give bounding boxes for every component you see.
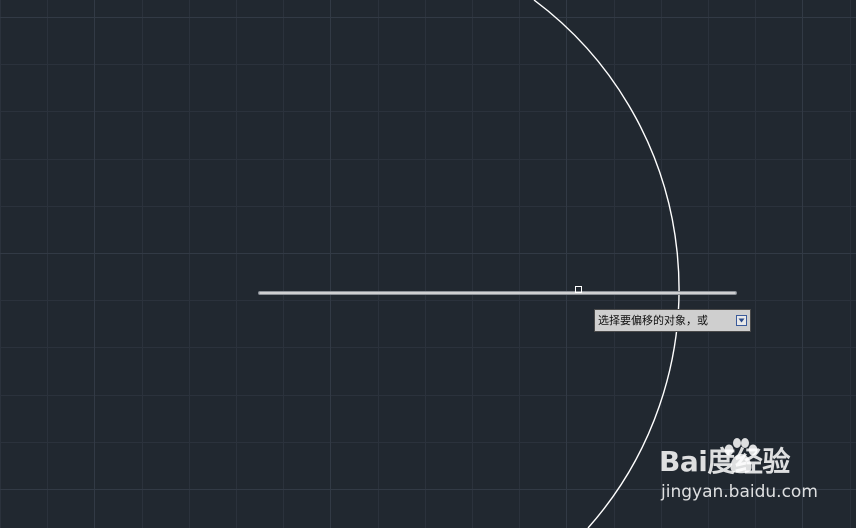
command-tooltip: 选择要偏移的对象，或 bbox=[594, 309, 751, 332]
watermark-url-text: jingyan.baidu.com bbox=[661, 482, 818, 502]
paw-print-icon bbox=[724, 438, 758, 474]
down-arrow-icon[interactable] bbox=[736, 315, 747, 326]
drawing-canvas[interactable]: 选择要偏移的对象，或 Bai度经验 jingyan.baidu.com bbox=[0, 0, 856, 528]
circle-arc[interactable] bbox=[533, 0, 680, 528]
baidu-watermark: Bai度经验 jingyan.baidu.com bbox=[659, 438, 818, 510]
tooltip-prompt-text: 选择要偏移的对象，或 bbox=[598, 314, 708, 327]
